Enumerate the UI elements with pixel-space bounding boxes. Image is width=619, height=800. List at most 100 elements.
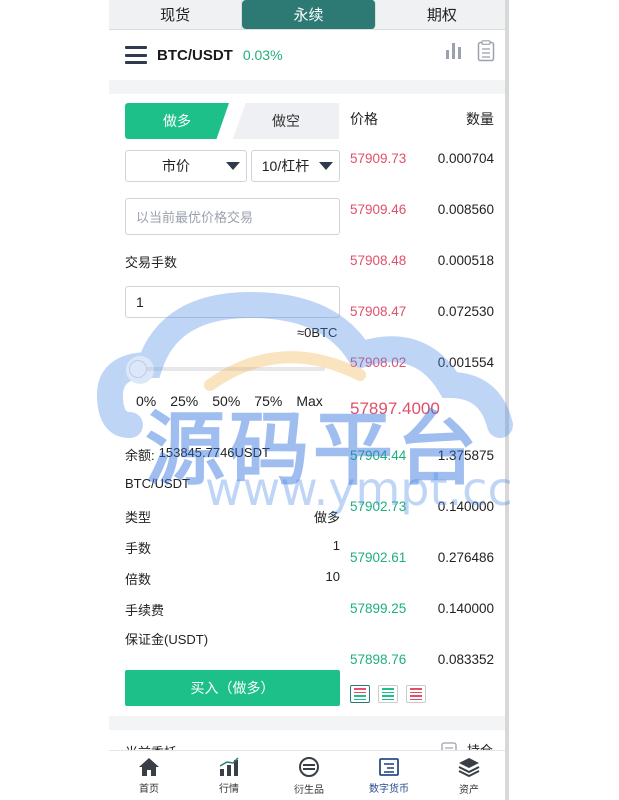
percent-0[interactable]: 0% xyxy=(136,393,156,409)
ask-row[interactable]: 57909.73 0.000704 xyxy=(350,151,494,166)
bid-row[interactable]: 57902.61 0.276486 xyxy=(350,550,494,565)
detail-key: 类型 xyxy=(125,510,152,525)
pair-line: BTC/USDT xyxy=(125,476,340,491)
buy-long-button[interactable]: 买入（做多） xyxy=(125,670,340,706)
short-button[interactable]: 做空 xyxy=(233,103,339,139)
scrollbar[interactable] xyxy=(505,0,509,800)
detail-value: 做多 xyxy=(313,510,340,525)
long-button[interactable]: 做多 xyxy=(125,103,229,139)
amount-slider-track[interactable] xyxy=(129,367,325,371)
price-input[interactable]: 以当前最优价格交易 xyxy=(125,198,340,235)
balance-label: 余额: xyxy=(125,448,155,463)
crypto-icon xyxy=(379,757,399,776)
depth-bids-icon[interactable] xyxy=(378,685,398,703)
bid-row[interactable]: 57902.73 0.140000 xyxy=(350,499,494,514)
price-header: 价格 xyxy=(350,111,378,127)
ask-qty: 0.001554 xyxy=(437,355,494,370)
depth-mode-toggle xyxy=(350,685,426,703)
percent-options: 0% 25% 50% 75% Max xyxy=(136,393,323,409)
percent-75[interactable]: 75% xyxy=(254,393,282,409)
detail-row: 手数 1 xyxy=(125,538,340,557)
detail-row: 手续费 xyxy=(125,600,340,619)
ask-row[interactable]: 57908.47 0.072530 xyxy=(350,304,494,319)
last-price: 57897.4000 xyxy=(350,399,440,418)
ask-row[interactable]: 57909.46 0.008560 xyxy=(350,202,494,217)
nav-market[interactable]: 行情 xyxy=(189,751,269,800)
nav-derivatives-label: 衍生品 xyxy=(294,784,324,796)
assets-icon xyxy=(458,757,480,777)
detail-row: 倍数 10 xyxy=(125,569,340,588)
percent-25[interactable]: 25% xyxy=(170,393,198,409)
nav-crypto[interactable]: 数字货币 xyxy=(349,751,429,800)
bid-qty: 1.375875 xyxy=(437,448,494,463)
order-record-icon[interactable] xyxy=(477,40,495,62)
balance-value: 153845.7746USDT xyxy=(158,445,270,460)
detail-key: 手数 xyxy=(125,541,152,556)
order-type-select[interactable]: 市价 xyxy=(125,150,247,182)
ask-price: 57909.46 xyxy=(350,202,407,217)
nav-assets[interactable]: 资产 xyxy=(429,751,509,800)
nav-derivatives[interactable]: 衍生品 xyxy=(269,751,349,800)
bid-qty: 0.140000 xyxy=(437,601,494,616)
orderbook-header: 价格 数量 xyxy=(350,109,494,129)
approx-btc: ≈0BTC xyxy=(297,325,338,340)
amount-slider-handle[interactable] xyxy=(129,360,147,378)
bid-price: 57902.73 xyxy=(350,499,407,514)
bid-qty: 0.083352 xyxy=(437,652,494,667)
price-change: 0.03% xyxy=(242,47,283,63)
depth-asks-icon[interactable] xyxy=(406,685,426,703)
bid-price: 57902.61 xyxy=(350,550,407,565)
direction-toggle: 做多 做空 xyxy=(125,103,339,139)
tab-spot[interactable]: 现货 xyxy=(109,0,243,29)
quantity-input[interactable]: 1 xyxy=(125,286,340,318)
nav-home-label: 首页 xyxy=(139,783,159,795)
ask-row[interactable]: 57908.02 0.001554 xyxy=(350,355,494,370)
ask-price: 57909.73 xyxy=(350,151,407,166)
bid-row[interactable]: 57898.76 0.083352 xyxy=(350,652,494,667)
bid-price: 57904.44 xyxy=(350,448,407,463)
app-frame: 现货 永续 期权 BTC/USDT 0.03% 做多 做空 市价 10/杠杆 以… xyxy=(109,0,509,800)
kline-chart-icon[interactable] xyxy=(445,40,463,60)
ask-price: 57908.48 xyxy=(350,253,407,268)
detail-key: 倍数 xyxy=(125,572,152,587)
chevron-down-icon xyxy=(319,162,333,170)
nav-crypto-label: 数字货币 xyxy=(369,783,409,795)
bid-row[interactable]: 57904.44 1.375875 xyxy=(350,448,494,463)
nav-home[interactable]: 首页 xyxy=(109,751,189,800)
home-icon xyxy=(139,757,159,776)
chart-icon xyxy=(219,756,239,776)
bid-row[interactable]: 57899.25 0.140000 xyxy=(350,601,494,616)
trade-panel: 做多 做空 市价 10/杠杆 以当前最优价格交易 交易手数 1 ≈0BTC 0%… xyxy=(109,94,509,716)
balance-row: 余额: 153845.7746USDT xyxy=(125,445,340,464)
order-type-value: 市价 xyxy=(162,158,190,174)
nav-market-label: 行情 xyxy=(219,783,239,795)
percent-50[interactable]: 50% xyxy=(212,393,240,409)
detail-row: 保证金(USDT) xyxy=(125,629,340,648)
tab-perpetual[interactable]: 永续 xyxy=(242,0,376,29)
detail-value: 1 xyxy=(332,538,340,553)
detail-value: 10 xyxy=(325,569,340,584)
bid-qty: 0.276486 xyxy=(437,550,494,565)
ask-qty: 0.072530 xyxy=(437,304,494,319)
detail-row: 类型 做多 xyxy=(125,507,340,526)
quantity-label: 交易手数 xyxy=(125,255,178,270)
leverage-select[interactable]: 10/杠杆 xyxy=(251,150,340,182)
pair-line-text: BTC/USDT xyxy=(125,476,190,491)
ask-row[interactable]: 57908.48 0.000518 xyxy=(350,253,494,268)
nav-assets-label: 资产 xyxy=(459,784,479,796)
bid-price: 57899.25 xyxy=(350,601,407,616)
menu-icon[interactable] xyxy=(125,46,147,64)
ask-qty: 0.000518 xyxy=(437,253,494,268)
percent-max[interactable]: Max xyxy=(296,393,322,409)
ask-price: 57908.47 xyxy=(350,304,407,319)
ask-qty: 0.008560 xyxy=(437,202,494,217)
pair-title[interactable]: BTC/USDT xyxy=(157,47,233,64)
depth-both-icon[interactable] xyxy=(350,685,370,703)
derivatives-icon xyxy=(299,756,319,777)
market-tabs: 现货 永续 期权 xyxy=(109,0,509,30)
ask-qty: 0.000704 xyxy=(437,151,494,166)
bid-price: 57898.76 xyxy=(350,652,407,667)
chevron-down-icon xyxy=(226,162,240,170)
tab-options[interactable]: 期权 xyxy=(376,0,509,29)
bottom-nav: 首页 行情 衍生品 数字货币 资产 xyxy=(109,750,509,800)
